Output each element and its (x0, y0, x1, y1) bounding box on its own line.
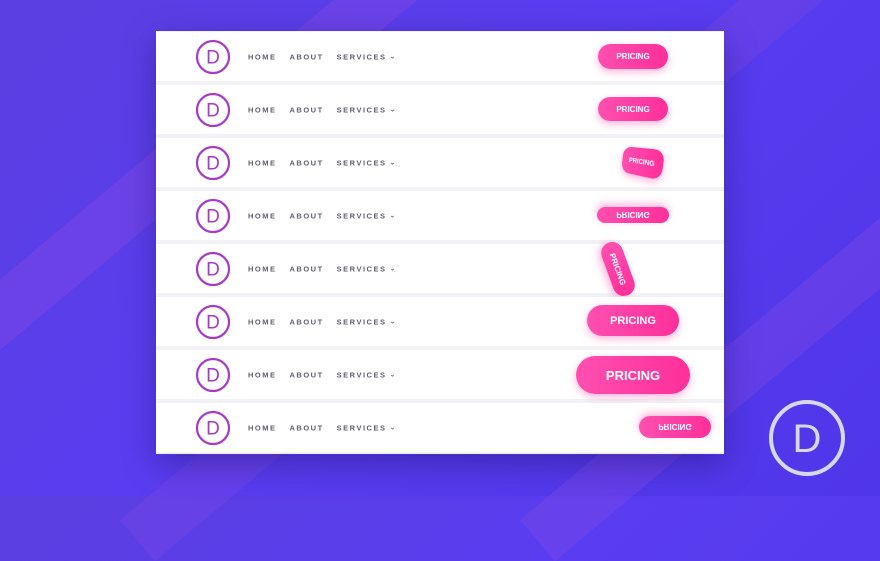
divi-watermark-icon: D (769, 400, 845, 476)
main-nav: HOME ABOUT SERVICES ⌄ (248, 317, 397, 326)
chevron-down-icon: ⌄ (389, 424, 397, 431)
svg-text:D: D (206, 100, 220, 121)
navigation-examples-panel: D HOME ABOUT SERVICES ⌄ PRICING D HOME AB… (156, 31, 724, 454)
nav-about[interactable]: ABOUT (290, 158, 324, 167)
nav-about[interactable]: ABOUT (290, 264, 324, 273)
main-nav: HOME ABOUT SERVICES ⌄ (248, 370, 397, 379)
main-nav: HOME ABOUT SERVICES ⌄ (248, 264, 397, 273)
nav-services-label: SERVICES (336, 264, 387, 273)
pricing-button[interactable]: PRICING (598, 44, 668, 69)
nav-about[interactable]: ABOUT (290, 105, 324, 114)
chevron-down-icon: ⌄ (389, 318, 397, 325)
nav-services-label: SERVICES (336, 52, 387, 61)
nav-home[interactable]: HOME (248, 211, 277, 220)
chevron-down-icon: ⌄ (389, 212, 397, 219)
header-row: D HOME ABOUT SERVICES ⌄ PRICING (156, 138, 724, 187)
divi-logo-icon[interactable]: D (195, 92, 231, 128)
header-row: D HOME ABOUT SERVICES ⌄ PRICING (156, 191, 724, 240)
pricing-button[interactable]: PRICING (576, 356, 690, 394)
divi-logo-icon[interactable]: D (195, 304, 231, 340)
chevron-down-icon: ⌄ (389, 53, 397, 60)
pricing-button[interactable]: PRICING (639, 416, 711, 438)
pricing-button[interactable]: PRICING (621, 146, 666, 181)
nav-home[interactable]: HOME (248, 264, 277, 273)
nav-home[interactable]: HOME (248, 370, 277, 379)
divi-logo-icon[interactable]: D (195, 39, 231, 75)
nav-home[interactable]: HOME (248, 105, 277, 114)
svg-text:D: D (206, 153, 220, 174)
pricing-button[interactable]: PRICING (598, 97, 668, 121)
divi-logo-icon[interactable]: D (195, 198, 231, 234)
main-nav: HOME ABOUT SERVICES ⌄ (248, 52, 397, 61)
header-row: D HOME ABOUT SERVICES ⌄ PRICING (156, 85, 724, 134)
nav-services-label: SERVICES (336, 105, 387, 114)
nav-about[interactable]: ABOUT (290, 370, 324, 379)
chevron-down-icon: ⌄ (389, 265, 397, 272)
svg-text:D: D (206, 365, 220, 386)
nav-services[interactable]: SERVICES ⌄ (337, 264, 397, 273)
pricing-button[interactable]: PRICING (598, 238, 638, 300)
nav-services-label: SERVICES (336, 370, 387, 379)
divi-logo-icon[interactable]: D (195, 357, 231, 393)
nav-home[interactable]: HOME (248, 158, 277, 167)
nav-services-label: SERVICES (336, 317, 387, 326)
nav-services[interactable]: SERVICES ⌄ (337, 211, 397, 220)
nav-about[interactable]: ABOUT (290, 211, 324, 220)
svg-text:D: D (206, 259, 220, 280)
nav-about[interactable]: ABOUT (290, 423, 324, 432)
nav-services[interactable]: SERVICES ⌄ (337, 158, 397, 167)
header-row: D HOME ABOUT SERVICES ⌄ PRICING (156, 350, 724, 399)
header-row: D HOME ABOUT SERVICES ⌄ PRICING (156, 238, 724, 300)
nav-services[interactable]: SERVICES ⌄ (337, 52, 397, 61)
nav-about[interactable]: ABOUT (290, 52, 324, 61)
nav-home[interactable]: HOME (248, 317, 277, 326)
nav-services[interactable]: SERVICES ⌄ (337, 317, 397, 326)
nav-home[interactable]: HOME (248, 423, 277, 432)
main-nav: HOME ABOUT SERVICES ⌄ (248, 158, 397, 167)
divi-logo-icon[interactable]: D (195, 410, 231, 446)
pricing-button[interactable]: PRICING (587, 305, 679, 336)
nav-home[interactable]: HOME (248, 52, 277, 61)
chevron-down-icon: ⌄ (389, 159, 397, 166)
divi-logo-icon[interactable]: D (195, 145, 231, 181)
main-nav: HOME ABOUT SERVICES ⌄ (248, 423, 397, 432)
nav-services-label: SERVICES (336, 158, 387, 167)
svg-text:D: D (793, 417, 822, 461)
pricing-button[interactable]: PRICING (597, 207, 669, 223)
svg-text:D: D (206, 206, 220, 227)
header-row: D HOME ABOUT SERVICES ⌄ PRICING (156, 403, 724, 452)
chevron-down-icon: ⌄ (389, 106, 397, 113)
nav-services-label: SERVICES (336, 423, 387, 432)
nav-about[interactable]: ABOUT (290, 317, 324, 326)
svg-text:D: D (206, 47, 220, 68)
main-nav: HOME ABOUT SERVICES ⌄ (248, 105, 397, 114)
nav-services-label: SERVICES (336, 211, 387, 220)
nav-services[interactable]: SERVICES ⌄ (337, 423, 397, 432)
nav-services[interactable]: SERVICES ⌄ (337, 105, 397, 114)
main-nav: HOME ABOUT SERVICES ⌄ (248, 211, 397, 220)
header-row: D HOME ABOUT SERVICES ⌄ PRICING (156, 297, 724, 346)
header-row: D HOME ABOUT SERVICES ⌄ PRICING (156, 32, 724, 81)
svg-text:D: D (206, 312, 220, 333)
chevron-down-icon: ⌄ (389, 371, 397, 378)
divi-logo-icon[interactable]: D (195, 251, 231, 287)
nav-services[interactable]: SERVICES ⌄ (337, 370, 397, 379)
svg-text:D: D (206, 418, 220, 439)
